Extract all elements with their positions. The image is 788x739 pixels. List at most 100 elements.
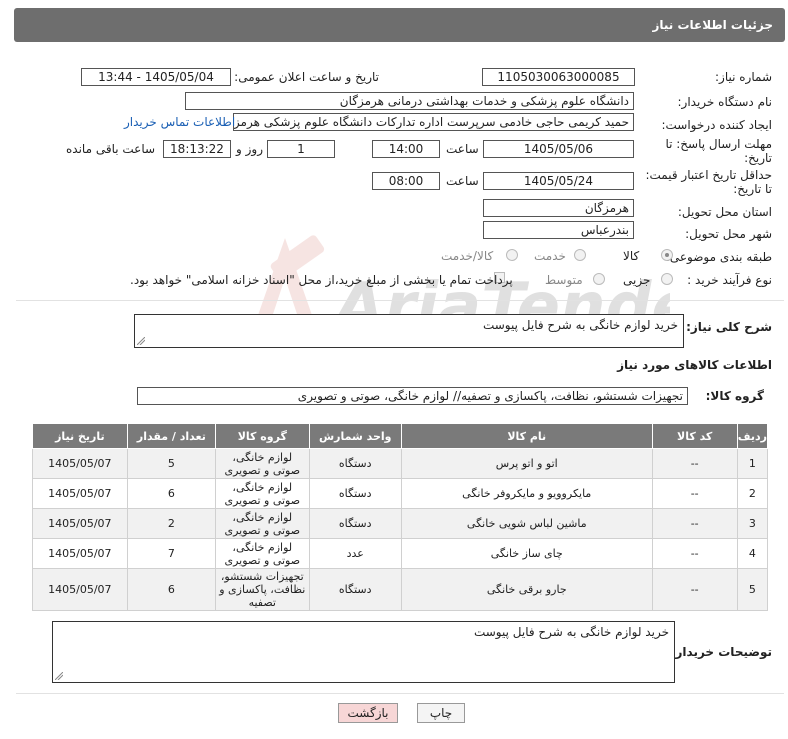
delivery-city-field: بندرعباس: [483, 221, 634, 239]
requester-label: ایجاد کننده درخواست:: [661, 118, 772, 132]
cell-item-name: جارو برقی خانگی: [400, 568, 653, 611]
cell-item-name: مایکروویو و مایکروفر خانگی: [400, 478, 653, 509]
category-goods-service-radio[interactable]: [506, 249, 518, 261]
cell-item-code: --: [651, 448, 738, 479]
cell-row-number: 4: [736, 538, 769, 569]
cell-row-number: 2: [736, 478, 769, 509]
cell-unit: دستگاه: [308, 568, 402, 611]
cell-item-group: لوازم خانگی، صوتی و تصویری: [215, 448, 310, 479]
table-row: 5 -- جارو برقی خانگی دستگاه تجهیزات شستش…: [32, 568, 769, 611]
reply-deadline-label-line1: مهلت ارسال پاسخ: تا: [665, 137, 772, 151]
cell-need-date: 1405/05/07: [32, 538, 128, 569]
buyer-notes-label: توضیحات خریدار:: [670, 645, 772, 659]
reply-deadline-label-line2: تاریخ:: [744, 151, 772, 165]
cell-item-group: لوازم خانگی، صوتی و تصویری: [215, 478, 310, 509]
print-button[interactable]: چاپ: [417, 703, 465, 723]
cell-item-group: تجهیزات شستشو، نظافت، پاکسازی و تصفیه: [215, 568, 310, 611]
buyer-org-label: نام دستگاه خریدار:: [677, 95, 773, 109]
buyer-org-field: دانشگاه علوم پزشکی و خدمات بهداشتی درمان…: [185, 92, 634, 110]
panel-title: جزئیات اطلاعات نیاز: [652, 18, 773, 32]
cell-quantity: 6: [126, 568, 217, 611]
reply-deadline-date-field: 1405/05/06: [483, 140, 634, 158]
cell-item-code: --: [651, 478, 738, 509]
process-medium-radio[interactable]: [593, 273, 605, 285]
treasury-payment-note: پرداخت تمام یا بخشی از مبلغ خرید،از محل …: [130, 273, 513, 287]
remaining-time-label: ساعت باقی مانده: [66, 142, 156, 156]
buyer-notes-textarea[interactable]: خرید لوازم خانگی به شرح فایل پیوست: [52, 621, 675, 683]
cell-quantity: 5: [126, 448, 217, 479]
cell-need-date: 1405/05/07: [32, 448, 128, 479]
table-row: 2 -- مایکروویو و مایکروفر خانگی دستگاه ل…: [32, 478, 769, 509]
buyer-notes-text: خرید لوازم خانگی به شرح فایل پیوست: [473, 625, 669, 639]
cell-item-name: اتو و اتو پرس: [400, 448, 653, 479]
cell-need-date: 1405/05/07: [32, 568, 128, 611]
delivery-province-label: استان محل تحویل:: [677, 205, 772, 219]
category-service-label: خدمت: [534, 249, 566, 263]
header-item-code: کد کالا: [651, 423, 738, 449]
cell-unit: عدد: [308, 538, 402, 569]
reply-deadline-time-field: 14:00: [372, 140, 440, 158]
need-number-field: 1105030063000085: [482, 68, 635, 86]
table-row: 4 -- چای ساز خانگی عدد لوازم خانگی، صوتی…: [32, 538, 769, 569]
buyer-contact-link[interactable]: اطلاعات تماس خریدار: [124, 115, 235, 129]
cell-row-number: 1: [736, 448, 769, 479]
cell-unit: دستگاه: [308, 508, 402, 539]
goods-group-label: گروه کالا:: [705, 389, 764, 403]
reply-deadline-time-label: ساعت: [446, 142, 479, 156]
header-unit: واحد شمارش: [308, 423, 402, 449]
announce-datetime-label: تاریخ و ساعت اعلان عمومی:: [234, 70, 379, 84]
table-row: 1 -- اتو و اتو پرس دستگاه لوازم خانگی، ص…: [32, 448, 769, 479]
category-goods-service-label: کالا/خدمت: [441, 249, 494, 263]
divider: [16, 300, 784, 301]
goods-group-field: تجهیزات شستشو، نظافت، پاکسازی و تصفیه// …: [137, 387, 688, 405]
description-label: شرح کلی نیاز:: [686, 320, 772, 334]
cell-row-number: 3: [736, 508, 769, 539]
category-label: طبقه بندی موضوعی:: [665, 250, 772, 264]
description-text: خرید لوازم خانگی به شرح فایل پیوست: [482, 318, 678, 332]
header-row-number: ردیف: [736, 423, 769, 449]
delivery-province-field: هرمزگان: [483, 199, 634, 217]
resize-handle-icon: [55, 672, 63, 680]
purchase-process-label: نوع فرآیند خرید :: [687, 273, 772, 287]
goods-table: ردیف کد کالا نام کالا واحد شمارش گروه کا…: [32, 423, 769, 611]
process-minor-label: جزیی: [623, 273, 651, 287]
category-goods-label: کالا: [623, 249, 640, 263]
cell-item-code: --: [651, 568, 738, 611]
cell-unit: دستگاه: [308, 478, 402, 509]
cell-item-name: ماشین لباس شویی خانگی: [400, 508, 653, 539]
price-validity-time-label: ساعت: [446, 174, 479, 188]
cell-item-code: --: [651, 508, 738, 539]
need-number-label: شماره نیاز:: [715, 70, 772, 84]
cell-item-group: لوازم خانگی، صوتی و تصویری: [215, 538, 310, 569]
price-validity-date-field: 1405/05/24: [483, 172, 634, 190]
cell-unit: دستگاه: [308, 448, 402, 479]
table-row: 3 -- ماشین لباس شویی خانگی دستگاه لوازم …: [32, 508, 769, 539]
reply-days-label: روز و: [236, 142, 263, 156]
cell-row-number: 5: [736, 568, 769, 611]
cell-item-name: چای ساز خانگی: [400, 538, 653, 569]
back-button[interactable]: بازگشت: [338, 703, 398, 723]
cell-need-date: 1405/05/07: [32, 478, 128, 509]
cell-quantity: 7: [126, 538, 217, 569]
panel-header: جزئیات اطلاعات نیاز: [14, 8, 785, 42]
divider: [16, 693, 784, 694]
requester-field: حمید کریمی حاجی خادمی سرپرست اداره تدارک…: [233, 113, 634, 131]
cell-need-date: 1405/05/07: [32, 508, 128, 539]
cell-quantity: 6: [126, 478, 217, 509]
header-item-group: گروه کالا: [215, 423, 310, 449]
category-service-radio[interactable]: [574, 249, 586, 261]
header-need-date: تاریخ نیاز: [32, 423, 128, 449]
category-goods-radio[interactable]: [661, 249, 673, 261]
price-validity-time-field: 08:00: [372, 172, 440, 190]
header-quantity: تعداد / مقدار: [126, 423, 217, 449]
price-validity-label-line2: تا تاریخ:: [733, 182, 772, 196]
cell-quantity: 2: [126, 508, 217, 539]
goods-section-title: اطلاعات کالاهای مورد نیاز: [617, 358, 772, 372]
delivery-city-label: شهر محل تحویل:: [685, 227, 772, 241]
process-minor-radio[interactable]: [661, 273, 673, 285]
cell-item-group: لوازم خانگی، صوتی و تصویری: [215, 508, 310, 539]
resize-handle-icon: [137, 337, 145, 345]
header-item-name: نام کالا: [400, 423, 653, 449]
announce-datetime-field: 1405/05/04 - 13:44: [81, 68, 231, 86]
description-textarea[interactable]: خرید لوازم خانگی به شرح فایل پیوست: [134, 314, 684, 348]
